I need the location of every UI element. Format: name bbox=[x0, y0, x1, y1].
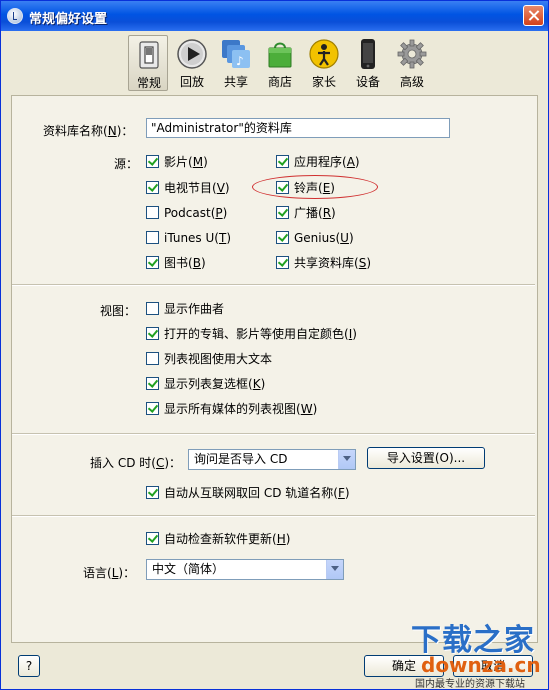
tab-general[interactable]: 常规 bbox=[128, 35, 168, 91]
views-label: 视图： bbox=[100, 304, 137, 318]
preferences-window: 常规偏好设置 常规 回放 ♪ 共享 商店 家长 设备 高级 资料库名称(N)： … bbox=[0, 0, 549, 690]
sources-label: 源： bbox=[114, 157, 139, 171]
checkbox-box bbox=[146, 352, 159, 365]
tab-advanced[interactable]: 高级 bbox=[392, 35, 432, 91]
source-podcast-checkbox[interactable]: Podcast(P) bbox=[146, 206, 227, 220]
checkbox-box bbox=[276, 206, 289, 219]
source-movies-checkbox[interactable]: 影片(M) bbox=[146, 155, 208, 169]
view-show-composer-checkbox[interactable]: 显示作曲者 bbox=[146, 302, 224, 316]
itunes-app-icon bbox=[7, 8, 23, 24]
separator bbox=[12, 284, 535, 286]
import-settings-button[interactable]: 导入设置(O)... bbox=[367, 447, 485, 469]
title-bar: 常规偏好设置 bbox=[1, 1, 548, 31]
language-select[interactable]: 中文（简体） bbox=[146, 559, 344, 580]
parental-icon bbox=[309, 39, 339, 69]
insert-cd-label: 插入 CD 时(C)： bbox=[90, 456, 182, 470]
checkbox-box bbox=[276, 155, 289, 168]
store-bag-icon bbox=[268, 42, 292, 68]
separator bbox=[12, 515, 535, 517]
view-custom-colors-checkbox[interactable]: 打开的专辑、影片等使用自定颜色(I) bbox=[146, 327, 357, 341]
source-itunes-u-checkbox[interactable]: iTunes U(T) bbox=[146, 231, 231, 245]
tab-sharing-label: 共享 bbox=[223, 75, 248, 89]
tab-sharing[interactable]: ♪ 共享 bbox=[216, 35, 256, 91]
svg-text:♪: ♪ bbox=[236, 54, 244, 68]
preferences-toolbar: 常规 回放 ♪ 共享 商店 家长 设备 高级 bbox=[128, 35, 428, 91]
chevron-down-icon[interactable] bbox=[338, 450, 355, 469]
source-radio-checkbox[interactable]: 广播(R) bbox=[276, 206, 336, 220]
tab-general-label: 常规 bbox=[136, 76, 161, 90]
source-genius-checkbox[interactable]: Genius(U) bbox=[276, 231, 354, 245]
source-tv-shows-checkbox[interactable]: 电视节目(V) bbox=[146, 181, 230, 195]
share-icon: ♪ bbox=[222, 40, 250, 68]
tab-playback-label: 回放 bbox=[179, 75, 204, 89]
close-button[interactable] bbox=[523, 5, 544, 26]
checkbox-box bbox=[146, 327, 159, 340]
view-large-text-checkbox[interactable]: 列表视图使用大文本 bbox=[146, 352, 272, 366]
checkbox-box bbox=[146, 402, 159, 415]
source-apps-checkbox[interactable]: 应用程序(A) bbox=[276, 155, 360, 169]
tab-store[interactable]: 商店 bbox=[260, 35, 300, 91]
iphone-icon bbox=[361, 39, 375, 69]
checkbox-box bbox=[146, 155, 159, 168]
window-title: 常规偏好设置 bbox=[29, 12, 108, 27]
chevron-down-icon[interactable] bbox=[326, 560, 343, 579]
help-button[interactable]: ? bbox=[18, 655, 40, 677]
checkbox-box bbox=[146, 231, 159, 244]
checkbox-box bbox=[146, 256, 159, 269]
checkbox-box bbox=[146, 181, 159, 194]
checkbox-box bbox=[276, 231, 289, 244]
watermark-domain: downza.cn bbox=[421, 653, 541, 677]
tab-playback[interactable]: 回放 bbox=[172, 35, 212, 91]
separator bbox=[12, 433, 535, 435]
view-all-media-list-checkbox[interactable]: 显示所有媒体的列表视图(W) bbox=[146, 402, 317, 416]
red-annotation-circle bbox=[252, 175, 378, 199]
play-icon bbox=[177, 39, 207, 69]
tab-parental[interactable]: 家长 bbox=[304, 35, 344, 91]
watermark-tagline: 国内最专业的资源下载站 bbox=[415, 679, 525, 690]
auto-check-updates-checkbox[interactable]: 自动检查新软件更新(H) bbox=[146, 532, 290, 546]
tab-parental-label: 家长 bbox=[311, 75, 336, 89]
library-name-input[interactable]: "Administrator"的资料库 bbox=[146, 118, 450, 138]
tab-devices[interactable]: 设备 bbox=[348, 35, 388, 91]
checkbox-box bbox=[276, 256, 289, 269]
insert-cd-select[interactable]: 询问是否导入 CD bbox=[188, 449, 356, 470]
checkbox-box bbox=[146, 377, 159, 390]
checkbox-box bbox=[146, 206, 159, 219]
source-books-checkbox[interactable]: 图书(B) bbox=[146, 256, 206, 270]
tab-devices-label: 设备 bbox=[355, 75, 380, 89]
tab-advanced-label: 高级 bbox=[399, 75, 424, 89]
auto-fetch-track-names-checkbox[interactable]: 自动从互联网取回 CD 轨道名称(F) bbox=[146, 486, 350, 500]
source-shared-libraries-checkbox[interactable]: 共享资料库(S) bbox=[276, 256, 371, 270]
checkbox-box bbox=[146, 532, 159, 545]
switch-icon bbox=[139, 41, 159, 69]
library-name-label: 资料库名称(N)： bbox=[43, 124, 134, 138]
gear-icon bbox=[397, 39, 427, 69]
tab-store-label: 商店 bbox=[267, 75, 292, 89]
checkbox-box bbox=[146, 486, 159, 499]
view-list-checkboxes-checkbox[interactable]: 显示列表复选框(K) bbox=[146, 377, 265, 391]
checkbox-box bbox=[146, 302, 159, 315]
language-label: 语言(L)： bbox=[83, 566, 136, 580]
